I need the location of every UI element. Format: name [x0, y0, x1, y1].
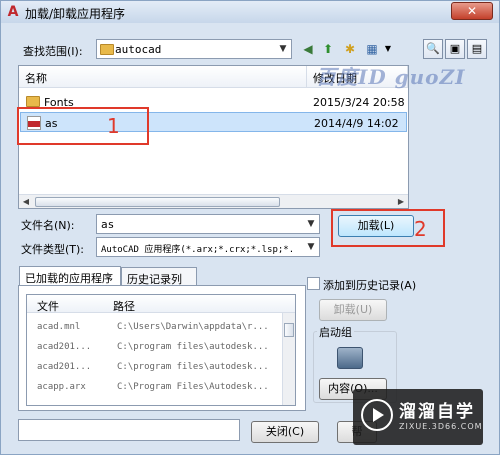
- scroll-right-icon[interactable]: ▶: [394, 195, 408, 208]
- folder-icon: [100, 44, 114, 55]
- watermark: 百度ID guoZI: [316, 65, 466, 89]
- find-icon[interactable]: 🔍: [423, 39, 443, 59]
- row-file: acapp.arx: [37, 382, 86, 392]
- annotation-box-2: [331, 209, 445, 247]
- scroll-left-icon[interactable]: ◀: [19, 195, 33, 208]
- close-button[interactable]: 关闭(C): [251, 421, 319, 443]
- scroll-thumb[interactable]: [35, 197, 280, 207]
- column-header-file[interactable]: 文件: [37, 298, 59, 314]
- unload-button[interactable]: 卸载(U): [319, 299, 387, 321]
- autocad-icon: A: [7, 4, 19, 20]
- title-bar[interactable]: A 加载/卸载应用程序 ✕: [1, 1, 499, 23]
- startup-group-title: 启动组: [317, 324, 354, 340]
- preview-icon[interactable]: ▣: [445, 39, 465, 59]
- chevron-down-icon[interactable]: ▼: [303, 215, 319, 233]
- row-file: acad.mnl: [37, 322, 81, 332]
- row-path: C:\program files\autodesk...: [117, 362, 269, 372]
- file-date: 2014/4/9 14:02: [314, 117, 399, 130]
- lookin-combo[interactable]: autocad ▼: [96, 39, 292, 59]
- column-header-path[interactable]: 路径: [113, 298, 135, 314]
- horizontal-scrollbar[interactable]: ◀ ▶: [19, 194, 408, 208]
- table-row[interactable]: acapp.arx C:\Program Files\Autodesk...: [27, 377, 283, 397]
- loaded-apps-header: 文件 路径: [27, 295, 295, 314]
- filetype-combo[interactable]: AutoCAD 应用程序(*.arx;*.crx;*.lsp;*. ▼: [96, 237, 320, 257]
- add-history-checkbox[interactable]: [307, 277, 320, 290]
- filetype-value: AutoCAD 应用程序(*.arx;*.crx;*.lsp;*.: [101, 245, 295, 255]
- briefcase-icon: [337, 347, 363, 369]
- window-title: 加载/卸载应用程序: [25, 7, 126, 21]
- chevron-down-icon[interactable]: ▼: [303, 238, 319, 256]
- table-row[interactable]: acad201... C:\program files\autodesk...: [27, 357, 283, 377]
- row-path: C:\Users\Darwin\appdata\r...: [117, 322, 269, 332]
- lookin-value: autocad: [115, 43, 162, 56]
- views-dropdown-icon[interactable]: ▼: [379, 40, 397, 58]
- status-field: [18, 419, 240, 441]
- details-icon[interactable]: ▤: [467, 39, 487, 59]
- row-path: C:\program files\autodesk...: [117, 342, 269, 352]
- row-file: acad201...: [37, 362, 92, 372]
- filename-value: as: [101, 218, 115, 231]
- up-folder-icon[interactable]: ⬆: [319, 40, 337, 58]
- loaded-apps-table[interactable]: 文件 路径 acad.mnl C:\Users\Darwin\appdata\r…: [26, 294, 296, 406]
- file-date: 2015/3/24 20:58: [313, 96, 405, 109]
- filename-label: 文件名(N):: [21, 219, 75, 232]
- logo-sub-text: ZIXUE.3D66.COM: [399, 422, 483, 431]
- tab-loaded-apps[interactable]: 已加载的应用程序: [19, 266, 121, 287]
- new-folder-icon[interactable]: ✱: [341, 40, 359, 58]
- annotation-number-2: 2: [414, 217, 427, 241]
- back-icon[interactable]: ◀: [299, 40, 317, 58]
- vertical-scrollbar[interactable]: [282, 313, 295, 405]
- table-row[interactable]: acad.mnl C:\Users\Darwin\appdata\r...: [27, 317, 283, 337]
- chevron-down-icon[interactable]: ▼: [275, 40, 291, 58]
- close-window-button[interactable]: ✕: [451, 2, 493, 20]
- zixue-logo: 溜溜自学 ZIXUE.3D66.COM: [353, 389, 483, 445]
- logo-main-text: 溜溜自学: [399, 402, 475, 422]
- add-history-label: 添加到历史记录(A): [323, 279, 417, 292]
- filename-combo[interactable]: as ▼: [96, 214, 320, 234]
- filetype-label: 文件类型(T):: [21, 243, 85, 256]
- column-header-name[interactable]: 名称: [19, 66, 307, 88]
- tab-history-list[interactable]: 历史记录列表: [121, 267, 197, 302]
- play-icon: [361, 399, 393, 431]
- folder-icon: [26, 96, 40, 107]
- row-file: acad201...: [37, 342, 92, 352]
- table-row[interactable]: acad201... C:\program files\autodesk...: [27, 337, 283, 357]
- annotation-box-1: [17, 107, 149, 145]
- loaded-apps-panel: 文件 路径 acad.mnl C:\Users\Darwin\appdata\r…: [18, 285, 306, 411]
- row-path: C:\Program Files\Autodesk...: [117, 382, 269, 392]
- load-unload-dialog: A 加载/卸载应用程序 ✕ 查找范围(I): autocad ▼ ◀ ⬆ ✱ ▦…: [0, 0, 500, 455]
- annotation-number-1: 1: [107, 114, 120, 138]
- scroll-thumb[interactable]: [284, 323, 294, 337]
- lookin-label: 查找范围(I):: [23, 45, 83, 58]
